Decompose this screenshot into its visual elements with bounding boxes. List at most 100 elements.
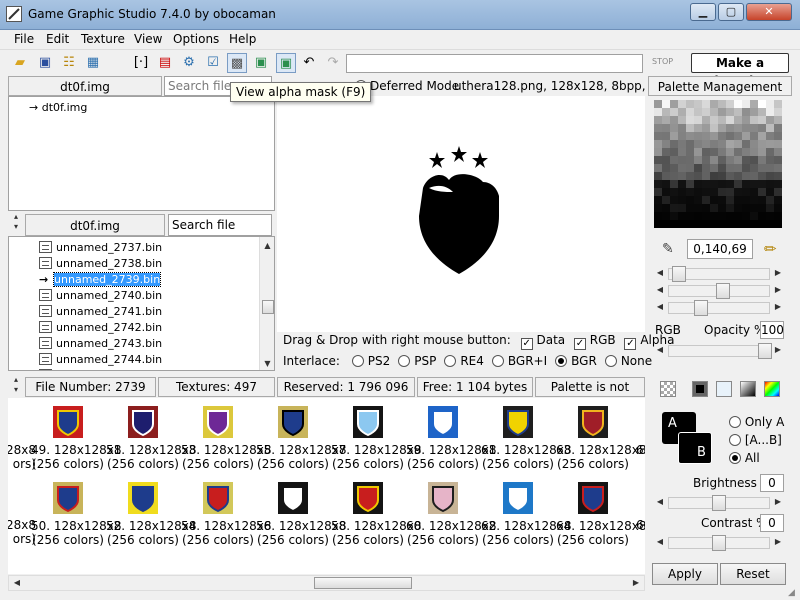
palette-swatch[interactable] xyxy=(662,156,670,164)
file-list-item[interactable]: unnamed_2743.bin xyxy=(39,336,162,352)
palette-swatch[interactable] xyxy=(678,220,686,228)
palette-swatch[interactable] xyxy=(702,212,710,220)
resize-grip-icon[interactable]: ◢ xyxy=(788,588,795,598)
palette-swatch[interactable] xyxy=(726,188,734,196)
palette-swatch[interactable] xyxy=(750,164,758,172)
all-option[interactable]: All xyxy=(729,451,760,465)
palette-swatch[interactable] xyxy=(734,220,742,228)
palette-swatch[interactable] xyxy=(702,140,710,148)
palette-swatch[interactable] xyxy=(710,100,718,108)
palette-swatch[interactable] xyxy=(670,172,678,180)
palette-swatch[interactable] xyxy=(686,172,694,180)
palette-swatch[interactable] xyxy=(654,156,662,164)
interlace-radio[interactable] xyxy=(491,355,504,367)
palette-swatch[interactable] xyxy=(654,204,662,212)
palette-swatch[interactable] xyxy=(734,196,742,204)
thumbnail-item[interactable]: 50. 128x128x8 (256 colors) xyxy=(31,482,122,550)
palette-swatch[interactable] xyxy=(742,116,750,124)
palette-swatch[interactable] xyxy=(766,132,774,140)
palette-swatch[interactable] xyxy=(726,124,734,132)
palette-swatch[interactable] xyxy=(750,140,758,148)
menu-view[interactable]: View xyxy=(134,32,162,46)
tab-file-img[interactable]: dt0f.img xyxy=(25,214,165,236)
interlace-radio[interactable] xyxy=(604,355,617,367)
palette-swatch[interactable] xyxy=(654,140,662,148)
palette-swatch[interactable] xyxy=(670,124,678,132)
palette-swatch[interactable] xyxy=(678,124,686,132)
palette-swatch[interactable] xyxy=(662,172,670,180)
opacity-left-arrow[interactable]: ◀ xyxy=(654,343,666,357)
palette-swatch[interactable] xyxy=(758,220,766,228)
opacity-thumb[interactable] xyxy=(758,343,772,359)
close-button[interactable]: ✕ xyxy=(746,3,792,21)
gradient-icon[interactable] xyxy=(740,381,756,397)
palette-swatch[interactable] xyxy=(710,212,718,220)
palette-swatch[interactable] xyxy=(774,116,782,124)
scroll-left-arrow[interactable]: ◀ xyxy=(11,576,23,590)
thumbnail-item[interactable]: 62. 128x128x8 (256 colors) xyxy=(481,482,572,550)
scroll-up-arrow[interactable]: ▲ xyxy=(260,239,274,253)
interlace-option-bgr[interactable]: BGR xyxy=(555,354,597,368)
image-icon[interactable]: ▣ xyxy=(251,53,271,73)
palette-swatch[interactable] xyxy=(734,164,742,172)
alpha-mask-icon[interactable]: ▣ xyxy=(276,53,296,73)
palette-swatch[interactable] xyxy=(734,204,742,212)
palette-swatch[interactable] xyxy=(686,108,694,116)
palette-swatch[interactable] xyxy=(726,172,734,180)
palette-swatch[interactable] xyxy=(694,156,702,164)
palette-swatch[interactable] xyxy=(654,124,662,132)
palette-swatch[interactable] xyxy=(750,116,758,124)
palette-grid[interactable] xyxy=(654,100,782,228)
palette-swatch[interactable] xyxy=(662,148,670,156)
palette-swatch[interactable] xyxy=(758,132,766,140)
palette-swatch[interactable] xyxy=(702,148,710,156)
palette-swatch[interactable] xyxy=(702,116,710,124)
palette-swatch[interactable] xyxy=(774,196,782,204)
thumbnail-item[interactable]: 52. 128x128x8 (256 colors) xyxy=(106,482,197,550)
palette-swatch[interactable] xyxy=(718,108,726,116)
palette-swatch[interactable] xyxy=(742,148,750,156)
palette-swatch[interactable] xyxy=(710,164,718,172)
slider-r-left[interactable]: ◀ xyxy=(654,266,666,280)
palette-swatch[interactable] xyxy=(654,220,662,228)
gear-icon[interactable]: ⚙ xyxy=(179,53,199,73)
menu-options[interactable]: Options xyxy=(173,32,219,46)
palette-swatch[interactable] xyxy=(678,172,686,180)
tree-item-root[interactable]: → dt0f.img xyxy=(29,100,87,116)
scroll-thumb[interactable] xyxy=(262,300,274,314)
palette-swatch[interactable] xyxy=(670,100,678,108)
interlace-radio[interactable] xyxy=(444,355,457,367)
palette-swatch[interactable] xyxy=(718,196,726,204)
palette-swatch[interactable] xyxy=(670,204,678,212)
alpha-checkbox[interactable]: ✓ xyxy=(624,338,637,350)
palette-swatch[interactable] xyxy=(718,148,726,156)
palette-swatch[interactable] xyxy=(678,196,686,204)
palette-swatch[interactable] xyxy=(726,140,734,148)
file-list-item[interactable]: unnamed_2741.bin xyxy=(39,304,162,320)
slider-r-right[interactable]: ▶ xyxy=(772,266,784,280)
only-a-radio[interactable] xyxy=(729,416,741,428)
palette-swatch[interactable] xyxy=(750,108,758,116)
palette-swatch[interactable] xyxy=(758,212,766,220)
palette-swatch[interactable] xyxy=(726,156,734,164)
palette-swatch[interactable] xyxy=(686,188,694,196)
palette-swatch[interactable] xyxy=(766,148,774,156)
reset-button[interactable]: Reset xyxy=(720,563,786,585)
brightness-right-arrow[interactable]: ▶ xyxy=(772,495,784,509)
palette-swatch[interactable] xyxy=(710,220,718,228)
palette-swatch[interactable] xyxy=(694,180,702,188)
palette-swatch[interactable] xyxy=(694,220,702,228)
palette-swatch[interactable] xyxy=(766,100,774,108)
palette-swatch[interactable] xyxy=(694,140,702,148)
palette-swatch[interactable] xyxy=(742,164,750,172)
stop-button[interactable]: STOP xyxy=(652,57,673,66)
palette-swatch[interactable] xyxy=(718,212,726,220)
palette-swatch[interactable] xyxy=(766,116,774,124)
palette-swatch[interactable] xyxy=(654,132,662,140)
palette-swatch[interactable] xyxy=(686,180,694,188)
menu-texture[interactable]: Texture xyxy=(81,32,125,46)
palette-swatch[interactable] xyxy=(654,148,662,156)
file-search-input[interactable]: Search file xyxy=(168,214,272,236)
palette-swatch[interactable] xyxy=(678,156,686,164)
palette-swatch[interactable] xyxy=(710,140,718,148)
